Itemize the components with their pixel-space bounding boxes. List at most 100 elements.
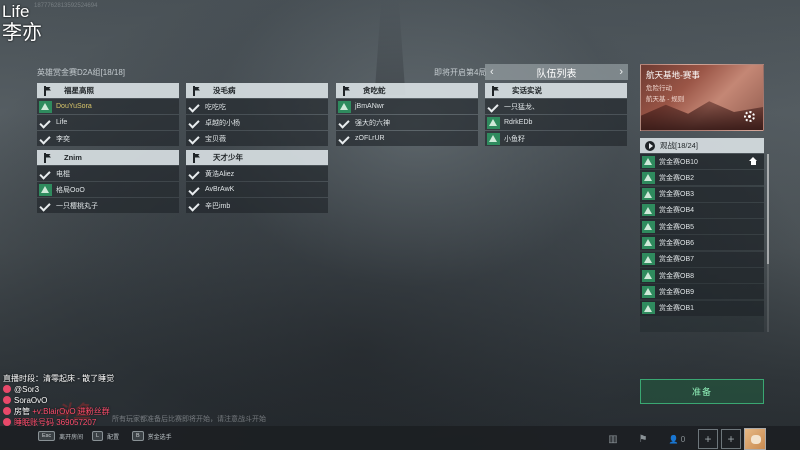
observer-list: 赏金赛OB10 赏金赛OB2 赏金赛OB3 赏金赛OB4 赏金赛OB5 赏金赛O… (640, 154, 764, 332)
flag-icon (491, 85, 500, 96)
player-name: 辛巴imb (205, 202, 231, 210)
player-name: 小鱼籽 (504, 135, 525, 143)
player-row[interactable]: 吃吃吃 (186, 99, 328, 114)
wechat-icon (3, 407, 11, 415)
flag-icon[interactable]: ⚑ (632, 429, 654, 449)
triangle-icon (38, 183, 52, 196)
player-row[interactable]: 卓越的小杨 (186, 115, 328, 130)
next-arrow-icon[interactable]: › (619, 66, 623, 78)
overlay-schedule: 直播时段：清零起床 - 散了睡觉 (3, 374, 115, 383)
player-name: 卓越的小杨 (205, 119, 240, 127)
observer-count: 观战[18/24] (660, 141, 698, 150)
player-row[interactable]: 小鱼籽 (485, 131, 627, 146)
player-name: 李奕 (56, 135, 70, 143)
player-row[interactable]: AvBrAwK (186, 182, 328, 197)
observer-header: 观战[18/24] (640, 138, 764, 153)
player-row[interactable]: zOFLrUR (336, 131, 478, 146)
key-cap: Esc (38, 431, 56, 441)
team-card: 福星高照 DouYuSora Life 李奕 (37, 83, 179, 146)
check-icon (189, 170, 200, 178)
check-icon (40, 170, 51, 178)
player-row[interactable]: RdrkEDb (485, 115, 627, 130)
stats-icon[interactable]: ▥ (602, 429, 624, 449)
triangle-icon (641, 253, 655, 266)
streamer-name-line1: Life (2, 2, 30, 21)
observer-row[interactable]: 赏金赛OB10 (640, 154, 764, 169)
check-icon (189, 135, 200, 143)
friends-icon[interactable]: 👤 0 (662, 429, 692, 449)
player-row[interactable]: 辛巴imb (186, 198, 328, 213)
add-slot-button[interactable]: + (698, 429, 718, 449)
key-label: 配置 (107, 434, 120, 441)
check-icon (339, 135, 350, 143)
map-title: 航天基地-赛事 (646, 70, 700, 80)
flag-icon (192, 85, 201, 96)
triangle-icon (641, 302, 655, 315)
key-hint-loadout[interactable]: L 配置 (92, 431, 119, 441)
player-row[interactable]: 一只猛龙、 (485, 99, 627, 114)
team-name: 贪吃蛇 (363, 86, 386, 95)
observer-row[interactable]: 赏金赛OB1 (640, 300, 764, 316)
observer-scrollbar[interactable] (767, 154, 769, 332)
match-status: 即将开启第4局 (434, 68, 487, 77)
team-card: 天才少年 黄浩Aliez AvBrAwK 辛巴imb (186, 150, 328, 213)
prev-arrow-icon[interactable]: ‹ (490, 66, 494, 78)
check-icon (339, 119, 350, 127)
weibo-icon (3, 385, 11, 393)
triangle-icon (641, 155, 655, 168)
player-row[interactable]: 宝贝薇 (186, 131, 328, 146)
triangle-icon (641, 220, 655, 233)
observer-row[interactable]: 赏金赛OB2 (640, 170, 764, 186)
player-row[interactable]: 格局OoO (37, 182, 179, 197)
faint-id-text: 1877762813592524694 (34, 3, 98, 9)
team-name: 实话实说 (512, 86, 542, 95)
team-name: Znim (64, 153, 82, 162)
observer-name: 赏金赛OB6 (659, 239, 695, 247)
observer-name: 赏金赛OB7 (659, 256, 695, 264)
check-icon (189, 186, 200, 194)
key-cap: B (132, 431, 144, 441)
observer-row[interactable]: 赏金赛OB5 (640, 219, 764, 235)
map-card[interactable]: 航天基地-赛事 危险行动 航天基 - 规则 (640, 64, 764, 131)
key-hint-bounty[interactable]: B 赏金选手 (132, 431, 172, 441)
triangle-icon (641, 269, 655, 282)
overlay-admin-tag: 房管 (14, 407, 30, 416)
observer-row[interactable]: 赏金赛OB9 (640, 284, 764, 300)
flag-icon (192, 152, 201, 163)
ready-button[interactable]: 准备 (640, 379, 764, 404)
player-row[interactable]: 电棍 (37, 166, 179, 181)
player-name: 强大的六神 (355, 119, 390, 127)
observer-row[interactable]: 赏金赛OB7 (640, 251, 764, 267)
player-row[interactable]: 强大的六神 (336, 115, 478, 130)
triangle-icon (641, 188, 655, 201)
stream-overlay-text: 直播时段：清零起床 - 散了睡觉 @Sor3 SoraOvO 房管 +v:Bla… (3, 373, 114, 428)
player-row[interactable]: 一只樱桃丸子 (37, 198, 179, 213)
player-name: 一只樱桃丸子 (56, 202, 98, 210)
avatar[interactable] (744, 428, 766, 450)
player-row[interactable]: jBmANwr (336, 99, 478, 114)
observer-row[interactable]: 赏金赛OB3 (640, 186, 764, 202)
team-header: 贪吃蛇 (336, 83, 478, 98)
team-card: 实话实说 一只猛龙、 RdrkEDb 小鱼籽 (485, 83, 627, 146)
observer-row[interactable]: 赏金赛OB6 (640, 235, 764, 251)
key-hint-leave[interactable]: Esc 离开房间 (38, 431, 83, 441)
add-slot-button[interactable]: + (721, 429, 741, 449)
key-label: 赏金选手 (147, 434, 172, 441)
player-row[interactable]: Life (37, 115, 179, 130)
observer-name: 赏金赛OB2 (659, 174, 695, 182)
player-name: zOFLrUR (355, 135, 385, 142)
team-header: Znim (37, 150, 179, 165)
triangle-icon (641, 236, 655, 249)
player-row[interactable]: DouYuSora (37, 99, 179, 114)
map-mode: 危险行动 (646, 85, 672, 92)
observer-row[interactable]: 赏金赛OB4 (640, 202, 764, 218)
player-name: RdrkEDb (504, 119, 533, 126)
player-row[interactable]: 黄浩Aliez (186, 166, 328, 181)
gear-icon[interactable] (744, 111, 755, 122)
player-name: 黄浩Aliez (205, 170, 235, 178)
player-row[interactable]: 李奕 (37, 131, 179, 146)
player-name: 格局OoO (56, 186, 85, 194)
streamer-name-overlay: Life 李亦 (2, 2, 42, 43)
key-label: 离开房间 (59, 434, 84, 441)
observer-row[interactable]: 赏金赛OB8 (640, 268, 764, 284)
